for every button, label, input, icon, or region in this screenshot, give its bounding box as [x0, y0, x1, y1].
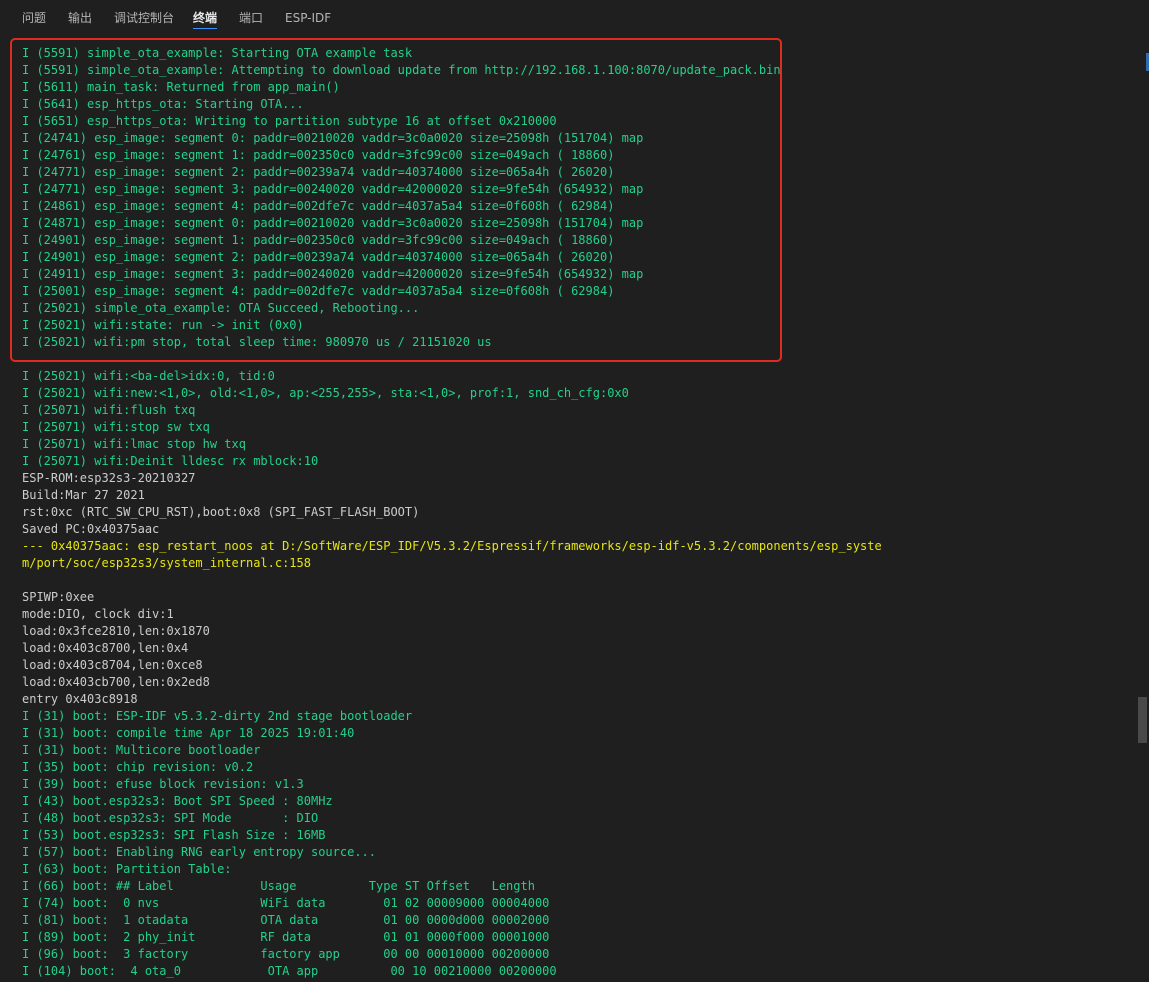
- active-tab-indicator: [193, 28, 217, 29]
- terminal-line: m/port/soc/esp32s3/system_internal.c:158: [22, 556, 311, 570]
- terminal-line: I (24861) esp_image: segment 4: paddr=00…: [22, 199, 615, 213]
- terminal-line: I (57) boot: Enabling RNG early entropy …: [22, 845, 377, 859]
- terminal-line: I (39) boot: efuse block revision: v1.3: [22, 777, 304, 791]
- terminal-line: I (24911) esp_image: segment 3: paddr=00…: [22, 267, 644, 281]
- tab-problems[interactable]: 问题: [22, 10, 46, 26]
- terminal-line: I (81) boot: 1 otadata OTA data 01 00 00…: [22, 913, 550, 927]
- terminal-line: I (25071) wifi:stop sw txq: [22, 420, 210, 434]
- tab-ports[interactable]: 端口: [239, 10, 263, 26]
- terminal-line: Build:Mar 27 2021: [22, 488, 145, 502]
- terminal-line: I (24761) esp_image: segment 1: paddr=00…: [22, 148, 615, 162]
- terminal-line: mode:DIO, clock div:1: [22, 607, 174, 621]
- terminal-line: load:0x403cb700,len:0x2ed8: [22, 675, 210, 689]
- terminal-line: ESP-ROM:esp32s3-20210327: [22, 471, 196, 485]
- terminal-line: I (5611) main_task: Returned from app_ma…: [22, 80, 340, 94]
- terminal-line: I (5591) simple_ota_example: Starting OT…: [22, 46, 413, 60]
- terminal-line: I (74) boot: 0 nvs WiFi data 01 02 00009…: [22, 896, 550, 910]
- terminal-line: I (5651) esp_https_ota: Writing to parti…: [22, 114, 557, 128]
- terminal-line: I (25071) wifi:lmac stop hw txq: [22, 437, 246, 451]
- tab-output[interactable]: 输出: [68, 10, 92, 26]
- terminal-line: load:0x403c8704,len:0xce8: [22, 658, 203, 672]
- terminal-line: I (5641) esp_https_ota: Starting OTA...: [22, 97, 304, 111]
- terminal-line: I (31) boot: compile time Apr 18 2025 19…: [22, 726, 355, 740]
- terminal-line: I (25021) simple_ota_example: OTA Succee…: [22, 301, 420, 315]
- terminal-line: entry 0x403c8918: [22, 692, 138, 706]
- terminal-line: I (24901) esp_image: segment 1: paddr=00…: [22, 233, 615, 247]
- terminal-line: I (48) boot.esp32s3: SPI Mode : DIO: [22, 811, 319, 825]
- terminal-line: I (24901) esp_image: segment 2: paddr=00…: [22, 250, 615, 264]
- tab-debug-console[interactable]: 调试控制台: [114, 10, 174, 26]
- panel-tab-bar: 问题 输出 调试控制台 终端 端口 ESP-IDF: [0, 0, 1149, 34]
- terminal-line: I (104) boot: 4 ota_0 OTA app 00 10 0021…: [22, 964, 557, 978]
- terminal-line: rst:0xc (RTC_SW_CPU_RST),boot:0x8 (SPI_F…: [22, 505, 420, 519]
- terminal-line: I (31) boot: Multicore bootloader: [22, 743, 261, 757]
- terminal-line: --- 0x40375aac: esp_restart_noos at D:/S…: [22, 539, 882, 553]
- terminal-line: I (35) boot: chip revision: v0.2: [22, 760, 254, 774]
- terminal-line: I (25021) wifi:state: run -> init (0x0): [22, 318, 304, 332]
- terminal-line: I (25021) wifi:<ba-del>idx:0, tid:0: [22, 369, 275, 383]
- terminal-line: I (25071) wifi:Deinit lldesc rx mblock:1…: [22, 454, 319, 468]
- terminal-line: I (5591) simple_ota_example: Attempting …: [22, 63, 781, 77]
- tab-esp-idf[interactable]: ESP-IDF: [285, 10, 331, 26]
- terminal-line: I (25001) esp_image: segment 4: paddr=00…: [22, 284, 615, 298]
- scrollbar-thumb[interactable]: [1138, 697, 1147, 743]
- terminal-line: I (53) boot.esp32s3: SPI Flash Size : 16…: [22, 828, 326, 842]
- terminal-line: I (24771) esp_image: segment 3: paddr=00…: [22, 182, 644, 196]
- terminal-line: I (66) boot: ## Label Usage Type ST Offs…: [22, 879, 535, 893]
- terminal-line: load:0x3fce2810,len:0x1870: [22, 624, 210, 638]
- terminal-line: I (43) boot.esp32s3: Boot SPI Speed : 80…: [22, 794, 333, 808]
- terminal-line: SPIWP:0xee: [22, 590, 95, 604]
- terminal-line: I (25021) wifi:pm stop, total sleep time…: [22, 335, 492, 349]
- terminal-line: I (96) boot: 3 factory factory app 00 00…: [22, 947, 550, 961]
- tab-terminal[interactable]: 终端: [193, 10, 217, 26]
- terminal-scrollbar[interactable]: [1136, 40, 1149, 982]
- terminal-line: I (25021) wifi:new:<1,0>, old:<1,0>, ap:…: [22, 386, 629, 400]
- terminal-line: Saved PC:0x40375aac: [22, 522, 160, 536]
- terminal-line: load:0x403c8700,len:0x4: [22, 641, 189, 655]
- terminal-line: I (89) boot: 2 phy_init RF data 01 01 00…: [22, 930, 550, 944]
- terminal-line: I (63) boot: Partition Table:: [22, 862, 232, 876]
- terminal-line: I (31) boot: ESP-IDF v5.3.2-dirty 2nd st…: [22, 709, 413, 723]
- terminal-line: I (24871) esp_image: segment 0: paddr=00…: [22, 216, 644, 230]
- terminal-line: I (24771) esp_image: segment 2: paddr=00…: [22, 165, 615, 179]
- terminal-output[interactable]: I (5591) simple_ota_example: Starting OT…: [22, 45, 1122, 982]
- terminal-line: I (25071) wifi:flush txq: [22, 403, 196, 417]
- terminal-line: I (24741) esp_image: segment 0: paddr=00…: [22, 131, 644, 145]
